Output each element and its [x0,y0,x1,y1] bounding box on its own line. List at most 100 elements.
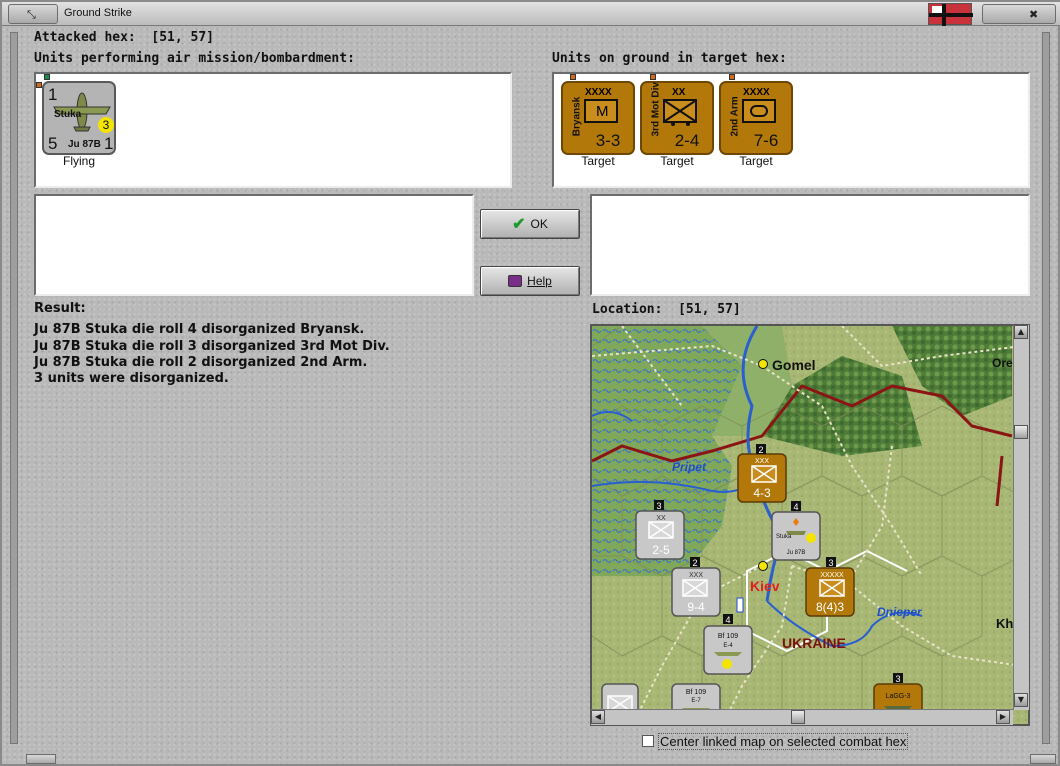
ground-unit-bryansk[interactable]: Bryansk XXXX M 3-3 [561,81,635,155]
svg-text:4: 4 [725,615,730,625]
svg-text:4: 4 [793,502,798,512]
help-book-icon [508,275,523,287]
air-units-panel: 1 Stuka 3 5 Ju 87B 1 Flying [34,72,512,188]
svg-text:2: 2 [758,445,763,455]
svg-text:E-7: E-7 [691,698,701,704]
checkmark-icon: ✔ [512,216,526,233]
unit-symbol-letter: M [596,103,609,120]
svg-text:2: 2 [692,558,697,568]
ground-unit-details-panel [590,194,1030,296]
ground-unit-3rd-mot-div[interactable]: 3rd Mot Div XX 2-4 [640,81,714,155]
vertical-scroll-thumb[interactable] [1014,425,1028,439]
center-map-checkbox[interactable] [642,735,654,747]
unit-name: Stuka [54,109,82,120]
scroll-down-icon[interactable]: ▼ [1014,693,1028,707]
ground-units-panel: Bryansk XXXX M 3-3 Target 3rd Mot Div XX… [552,72,1030,188]
svg-text:3: 3 [656,501,661,511]
svg-text:Bf 109: Bf 109 [718,633,738,640]
center-map-checkbox-label[interactable]: Center linked map on selected combat hex [658,732,909,750]
unit-strength: 2-4 [674,131,700,150]
system-menu-button[interactable]: ⤡ [8,4,58,24]
svg-text:LaGG-3: LaGG-3 [886,693,911,700]
attacked-hex-label: Attacked hex: [51, 57] [34,30,215,45]
resize-grip-icon[interactable] [1030,754,1056,764]
svg-text:3: 3 [895,674,900,684]
unit-type: Ju 87B [68,139,101,150]
map-city-kiev: Kiev [750,578,780,594]
svg-text:Bf 109: Bf 109 [686,689,706,696]
map-city-gomel: Gomel [772,357,816,373]
svg-text:4-3: 4-3 [753,486,771,500]
svg-text:2-5: 2-5 [652,543,670,557]
unit-value: 5 [48,134,58,153]
unit-strength: 7-6 [753,131,779,150]
unit-name: 3rd Mot Div [650,82,662,137]
unit-size: XX [672,87,686,98]
unit-strength: 3-3 [595,131,621,150]
scroll-right-icon[interactable]: ▶ [996,710,1010,724]
army-symbol-icon: M [584,99,618,123]
unit-status: Target [581,154,615,168]
unit-size: XXXX [585,87,612,98]
result-line: 3 units were disorganized. [34,371,229,386]
unit-size: XXXX [743,87,770,98]
map-river-dnieper: Dnieper [877,605,923,619]
air-units-heading: Units performing air mission/bombardment… [34,51,355,66]
close-icon: ✖ [1029,8,1039,21]
svg-text:XXX: XXX [689,572,703,579]
map-city-ore: Ore [992,356,1013,370]
scroll-left-icon[interactable]: ◀ [591,710,605,724]
map-vertical-scrollbar[interactable]: ▲ ▼ [1013,325,1029,710]
help-button-label: Help [527,274,552,288]
unit-name: 2nd Arm [729,96,741,137]
ground-units-heading: Units on ground in target hex: [552,51,787,66]
unit-status: Flying [62,154,95,168]
air-unit-stuka[interactable]: 1 Stuka 3 5 Ju 87B 1 [42,81,116,155]
svg-text:XXX: XXX [755,458,769,465]
ground-unit-2nd-arm[interactable]: 2nd Arm XXXX 7-6 [719,81,793,155]
center-map-option[interactable]: Center linked map on selected combat hex [642,732,909,750]
range-badge: 3 [98,117,114,133]
ok-button[interactable]: ✔ OK [480,209,580,239]
unit-marker-icon [729,74,735,80]
bottom-left-handle[interactable] [26,754,56,764]
close-button[interactable]: ✖ [982,4,1056,24]
svg-text:Stuka: Stuka [776,534,792,540]
armor-symbol-icon [742,99,776,123]
svg-text:9-4: 9-4 [687,600,705,614]
location-label: Location: [51, 57] [592,302,741,317]
result-line: Ju 87B Stuka die roll 4 disorganized Bry… [34,322,365,337]
window-menu-icon: ⤡ [27,8,36,21]
german-flag-icon [928,3,973,26]
location-map[interactable]: Gomel Pripet Kiev Dnieper UKRAINE Ore Kh… [590,324,1030,726]
svg-text:XX: XX [656,515,666,522]
svg-text:8(4)3: 8(4)3 [816,600,844,614]
unit-marker-icon [570,74,576,80]
motorized-infantry-icon [663,99,697,126]
svg-text:XXXXX: XXXXX [820,572,844,579]
unit-marker-icon [44,74,50,80]
window-title: Ground Strike [64,7,132,19]
air-unit-details-panel [34,194,474,296]
unit-marker-icon [650,74,656,80]
svg-text:3: 3 [828,558,833,568]
map-city-kh: Kh [996,616,1013,631]
left-frame-bar [10,32,18,744]
map-region-ukraine: UKRAINE [782,635,846,651]
svg-text:E-4: E-4 [723,643,733,649]
unit-status: Target [660,154,694,168]
horizontal-scroll-thumb[interactable] [791,710,805,724]
result-heading: Result: [34,301,86,316]
result-line: Ju 87B Stuka die roll 3 disorganized 3rd… [34,339,390,354]
title-bar: ⤡ Ground Strike ✖ [2,2,1060,26]
unit-value: 1 [104,134,114,153]
result-line: Ju 87B Stuka die roll 2 disorganized 2nd… [34,355,368,370]
map-river-pripet: Pripet [672,460,707,474]
ok-button-label: OK [530,217,548,231]
unit-name: Bryansk [571,96,583,137]
right-frame-bar [1042,32,1050,744]
map-horizontal-scrollbar[interactable]: ◀ ▶ [591,709,1013,725]
ground-strike-window: ⤡ Ground Strike ✖ Attacked hex: [51, 57]… [0,0,1060,766]
scroll-up-icon[interactable]: ▲ [1014,325,1028,339]
help-button[interactable]: Help [480,266,580,296]
